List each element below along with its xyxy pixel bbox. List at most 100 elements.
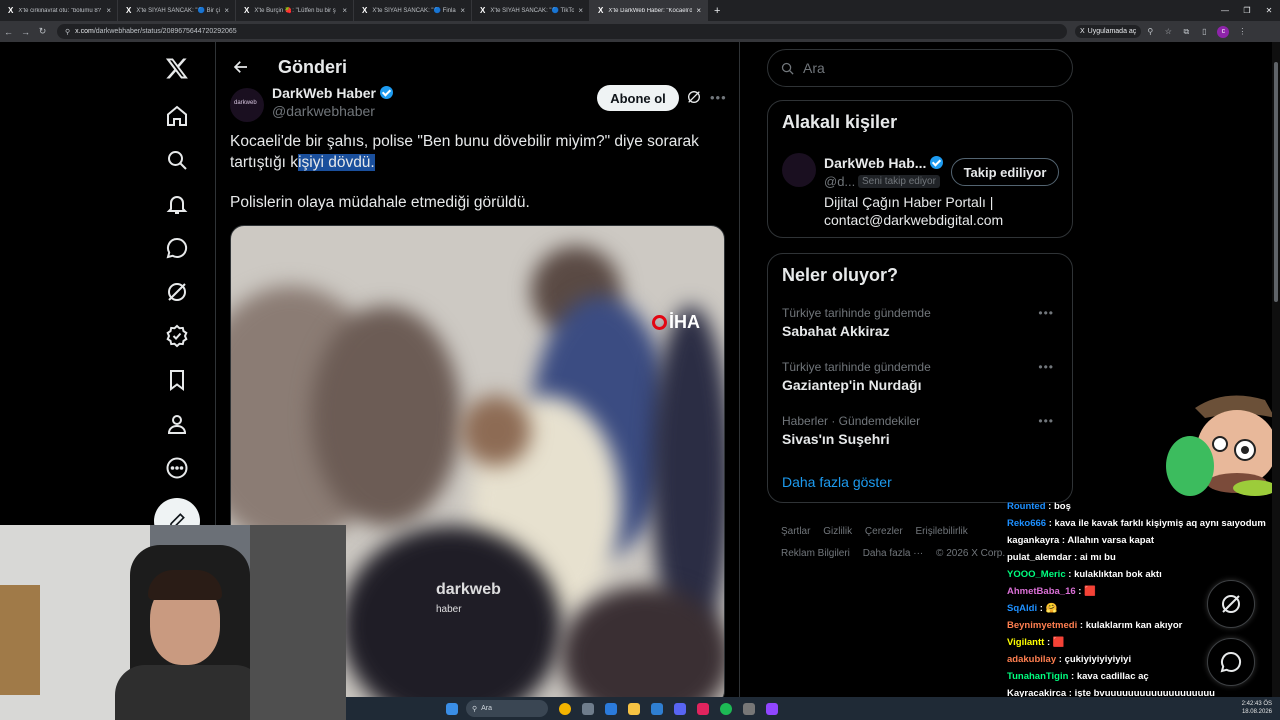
- trend-more-icon[interactable]: •••: [1038, 306, 1054, 320]
- footer-link[interactable]: Reklam Bilgileri: [781, 548, 850, 559]
- chat-message: Rounted : boş: [1004, 498, 1280, 515]
- close-tab-icon[interactable]: ×: [342, 6, 347, 15]
- site-info-icon[interactable]: ⚲: [65, 28, 70, 36]
- close-window-icon[interactable]: ✕: [1258, 6, 1280, 15]
- app-icon[interactable]: [743, 702, 755, 715]
- trend-more-icon[interactable]: •••: [1038, 360, 1054, 374]
- back-nav-icon[interactable]: ←: [0, 27, 17, 37]
- browser-tab[interactable]: X X'te Burçin 🍓: "Lütfen bu bir ş ×: [236, 0, 354, 21]
- chat-separator: :: [1056, 654, 1065, 665]
- chat-separator: :: [1075, 586, 1085, 597]
- close-tab-icon[interactable]: ×: [696, 6, 701, 15]
- more-menu-icon[interactable]: [160, 451, 194, 485]
- bookmark-star-icon[interactable]: ☆: [1159, 27, 1177, 36]
- obs-icon[interactable]: [766, 702, 778, 715]
- close-tab-icon[interactable]: ×: [460, 6, 465, 15]
- chat-username: Beynimyetmedi: [1007, 620, 1078, 631]
- related-title: Alakalı kişiler: [782, 112, 898, 132]
- x-home-logo-icon[interactable]: [160, 51, 194, 85]
- browser-tab[interactable]: X X'te cirkinavrat otu: "bolumu 8? ×: [0, 0, 118, 21]
- footer-link[interactable]: Erişilebilirlik: [915, 526, 967, 537]
- folder-icon[interactable]: [628, 702, 640, 715]
- browser-menu-icon[interactable]: ⋮: [1233, 27, 1251, 36]
- x-logo-icon: X: [244, 6, 250, 15]
- chat-username: Rounted: [1007, 501, 1046, 512]
- search-box[interactable]: [767, 49, 1073, 87]
- footer-link[interactable]: Çerezler: [865, 526, 903, 537]
- chat-username: Vigilantt: [1007, 637, 1045, 648]
- trend-item[interactable]: Haberler · Gündemdekiler Sivas'ın Suşehr…: [782, 414, 1062, 447]
- footer-link[interactable]: Şartlar: [781, 526, 810, 537]
- related-handle[interactable]: @d...: [824, 174, 855, 189]
- taskbar-search[interactable]: ⚲ Ara: [466, 700, 548, 717]
- store-icon[interactable]: [651, 702, 663, 715]
- taskbar-clock[interactable]: 2:42:43 ÖS 18.08.2026: [1242, 700, 1272, 716]
- subscribe-button[interactable]: Abone ol: [597, 85, 679, 111]
- chat-text: kulaklarım kan akıyor: [1085, 620, 1183, 631]
- grok-floating-button[interactable]: [1207, 580, 1255, 628]
- browser-tab[interactable]: X X'te SİYAH SANCAK: "🔵 TikTok ×: [472, 0, 590, 21]
- related-avatar[interactable]: [782, 153, 816, 187]
- messages-floating-button[interactable]: [1207, 638, 1255, 686]
- trend-item[interactable]: Türkiye tarihinde gündemde Gaziantep'in …: [782, 360, 1062, 393]
- chat-message: Reko666 : kava ile kavak farklı kişiymiş…: [1004, 515, 1280, 532]
- show-more-link[interactable]: Daha fazla göster: [782, 474, 892, 490]
- window-controls: — ❐ ✕: [1214, 0, 1280, 21]
- following-button[interactable]: Takip ediliyor: [951, 158, 1059, 186]
- sidepanel-icon[interactable]: ▯: [1195, 27, 1213, 36]
- edge-icon[interactable]: [605, 702, 617, 715]
- maximize-icon[interactable]: ❐: [1236, 6, 1258, 15]
- author-name[interactable]: DarkWeb Haber: [272, 85, 394, 101]
- home-icon[interactable]: [160, 99, 194, 133]
- new-tab-icon[interactable]: +: [714, 5, 720, 17]
- reload-icon[interactable]: ↻: [34, 26, 51, 37]
- browser-tab[interactable]: X X'te SİYAH SANCAK: "🔵 Bir çi ×: [118, 0, 236, 21]
- close-tab-icon[interactable]: ×: [578, 6, 583, 15]
- browser-tab-active[interactable]: X X'te DarkWeb Haber: "Kocaeli'd ×: [590, 0, 708, 21]
- trend-more-icon[interactable]: •••: [1038, 414, 1054, 428]
- author-handle[interactable]: @darkwebhaber: [272, 103, 375, 119]
- close-tab-icon[interactable]: ×: [224, 6, 229, 15]
- app-icon[interactable]: [697, 702, 709, 715]
- scrollbar-thumb[interactable]: [1274, 62, 1278, 302]
- url-field[interactable]: ⚲ x.com/darkwebhaber/status/208967564472…: [57, 24, 1067, 39]
- windows-start-icon[interactable]: [446, 702, 458, 715]
- more-options-icon[interactable]: •••: [710, 90, 727, 105]
- notifications-bell-icon[interactable]: [160, 187, 194, 221]
- browser-tab[interactable]: X X'te SİYAH SANCAK: "🔵 Finlan ×: [354, 0, 472, 21]
- x-logo-icon: X: [598, 6, 604, 15]
- messages-icon[interactable]: [160, 231, 194, 265]
- footer-link[interactable]: Gizlilik: [823, 526, 852, 537]
- verified-orgs-icon[interactable]: [160, 319, 194, 353]
- spotify-icon[interactable]: [720, 702, 732, 715]
- extensions-icon[interactable]: ⧉: [1177, 27, 1195, 37]
- chat-username: kagankayra: [1007, 535, 1060, 546]
- search-input[interactable]: [803, 60, 1053, 76]
- verified-badge-icon: [930, 156, 944, 169]
- back-arrow-icon[interactable]: [230, 56, 252, 78]
- page-scrollbar[interactable]: [1272, 42, 1280, 697]
- chrome-icon[interactable]: [559, 702, 571, 715]
- grok-explain-icon[interactable]: [686, 89, 702, 105]
- footer-link[interactable]: Daha fazla ···: [863, 548, 924, 559]
- minimize-icon[interactable]: —: [1214, 6, 1236, 15]
- bookmarks-icon[interactable]: [160, 363, 194, 397]
- x-logo-icon: X: [8, 6, 14, 15]
- zoom-icon[interactable]: ⚲: [1141, 27, 1159, 36]
- search-icon[interactable]: [160, 143, 194, 177]
- chat-separator: :: [1077, 620, 1086, 631]
- trend-item[interactable]: Türkiye tarihinde gündemde Sabahat Akkir…: [782, 306, 1062, 339]
- close-tab-icon[interactable]: ×: [106, 6, 111, 15]
- forward-nav-icon[interactable]: →: [17, 27, 34, 37]
- author-avatar[interactable]: darkweb: [230, 88, 264, 122]
- chat-username: adakubilay: [1007, 654, 1057, 665]
- chat-text: 🟥: [1052, 637, 1065, 648]
- discord-icon[interactable]: [674, 702, 686, 715]
- related-name[interactable]: DarkWeb Hab...: [824, 155, 944, 171]
- profile-avatar[interactable]: c: [1217, 25, 1230, 38]
- profile-icon[interactable]: [160, 407, 194, 441]
- taskview-icon[interactable]: [582, 702, 594, 715]
- video-frame-shape: [461, 396, 531, 466]
- grok-icon[interactable]: [160, 275, 194, 309]
- open-in-app-button[interactable]: X Uygulamada aç: [1075, 25, 1142, 38]
